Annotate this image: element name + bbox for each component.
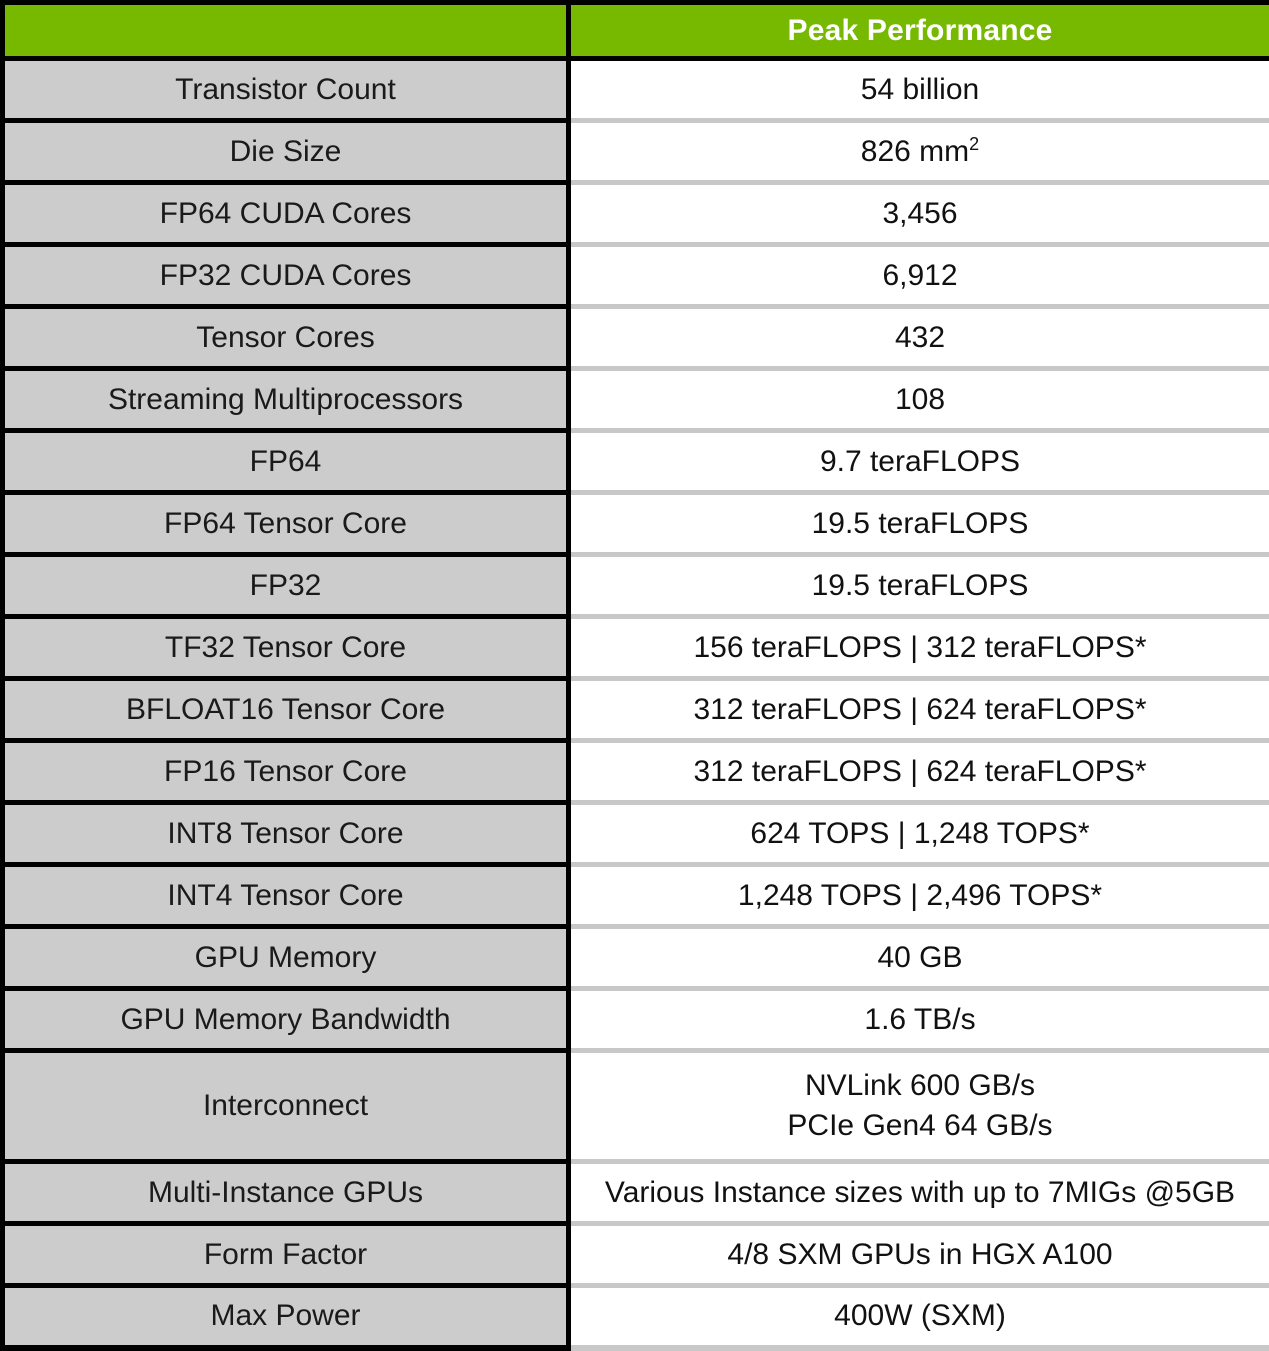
row-value-tensor-cores: 432: [569, 307, 1269, 369]
die-size-superscript: 2: [969, 134, 979, 154]
gpu-specifications-table: Peak Performance Transistor Count 54 bil…: [0, 0, 1269, 1351]
row-value-fp32-cuda-cores: 6,912: [569, 245, 1269, 307]
row-label-fp64-cuda-cores: FP64 CUDA Cores: [3, 183, 569, 245]
table-header-row: Peak Performance: [3, 3, 1269, 59]
row-label-form-factor: Form Factor: [3, 1224, 569, 1286]
row-label-int8-tensor-core: INT8 Tensor Core: [3, 803, 569, 865]
table-row: Multi-Instance GPUs Various Instance siz…: [3, 1162, 1269, 1224]
row-value-int4-tensor-core: 1,248 TOPS | 2,496 TOPS*: [569, 865, 1269, 927]
row-label-die-size: Die Size: [3, 121, 569, 183]
table-row: Transistor Count 54 billion: [3, 59, 1269, 121]
table-row: Max Power 400W (SXM): [3, 1286, 1269, 1348]
row-label-multi-instance-gpus: Multi-Instance GPUs: [3, 1162, 569, 1224]
table-row: FP16 Tensor Core 312 teraFLOPS | 624 ter…: [3, 741, 1269, 803]
row-value-bfloat16-tensor-core: 312 teraFLOPS | 624 teraFLOPS*: [569, 679, 1269, 741]
table-row: FP64 Tensor Core 19.5 teraFLOPS: [3, 493, 1269, 555]
interconnect-pcie: PCIe Gen4 64 GB/s: [577, 1106, 1263, 1147]
row-label-tensor-cores: Tensor Cores: [3, 307, 569, 369]
row-value-tf32-tensor-core: 156 teraFLOPS | 312 teraFLOPS*: [569, 617, 1269, 679]
row-value-max-power: 400W (SXM): [569, 1286, 1269, 1348]
row-value-fp64-cuda-cores: 3,456: [569, 183, 1269, 245]
row-label-gpu-memory: GPU Memory: [3, 927, 569, 989]
table-row: FP32 19.5 teraFLOPS: [3, 555, 1269, 617]
table-row: FP32 CUDA Cores 6,912: [3, 245, 1269, 307]
table-row: FP64 9.7 teraFLOPS: [3, 431, 1269, 493]
table-row: TF32 Tensor Core 156 teraFLOPS | 312 ter…: [3, 617, 1269, 679]
row-value-form-factor: 4/8 SXM GPUs in HGX A100: [569, 1224, 1269, 1286]
row-value-gpu-memory-bandwidth: 1.6 TB/s: [569, 989, 1269, 1051]
header-peak-performance: Peak Performance: [569, 3, 1269, 59]
row-label-fp32: FP32: [3, 555, 569, 617]
row-label-int4-tensor-core: INT4 Tensor Core: [3, 865, 569, 927]
row-value-interconnect: NVLink 600 GB/s PCIe Gen4 64 GB/s: [569, 1051, 1269, 1162]
row-label-fp16-tensor-core: FP16 Tensor Core: [3, 741, 569, 803]
row-label-fp64: FP64: [3, 431, 569, 493]
table-row: INT4 Tensor Core 1,248 TOPS | 2,496 TOPS…: [3, 865, 1269, 927]
header-label-column: [3, 3, 569, 59]
table-row: Tensor Cores 432: [3, 307, 1269, 369]
row-label-streaming-multiprocessors: Streaming Multiprocessors: [3, 369, 569, 431]
row-label-interconnect: Interconnect: [3, 1051, 569, 1162]
table-row: INT8 Tensor Core 624 TOPS | 1,248 TOPS*: [3, 803, 1269, 865]
row-label-tf32-tensor-core: TF32 Tensor Core: [3, 617, 569, 679]
table-row: Die Size 826 mm2: [3, 121, 1269, 183]
row-label-fp64-tensor-core: FP64 Tensor Core: [3, 493, 569, 555]
row-label-max-power: Max Power: [3, 1286, 569, 1348]
row-label-bfloat16-tensor-core: BFLOAT16 Tensor Core: [3, 679, 569, 741]
table-row: BFLOAT16 Tensor Core 312 teraFLOPS | 624…: [3, 679, 1269, 741]
row-value-fp64: 9.7 teraFLOPS: [569, 431, 1269, 493]
table-row: Form Factor 4/8 SXM GPUs in HGX A100: [3, 1224, 1269, 1286]
table-row: Interconnect NVLink 600 GB/s PCIe Gen4 6…: [3, 1051, 1269, 1162]
row-label-gpu-memory-bandwidth: GPU Memory Bandwidth: [3, 989, 569, 1051]
table-row: GPU Memory 40 GB: [3, 927, 1269, 989]
row-value-int8-tensor-core: 624 TOPS | 1,248 TOPS*: [569, 803, 1269, 865]
row-value-gpu-memory: 40 GB: [569, 927, 1269, 989]
row-value-fp64-tensor-core: 19.5 teraFLOPS: [569, 493, 1269, 555]
row-value-fp16-tensor-core: 312 teraFLOPS | 624 teraFLOPS*: [569, 741, 1269, 803]
row-value-transistor-count: 54 billion: [569, 59, 1269, 121]
row-value-multi-instance-gpus: Various Instance sizes with up to 7MIGs …: [569, 1162, 1269, 1224]
table-row: FP64 CUDA Cores 3,456: [3, 183, 1269, 245]
row-value-fp32: 19.5 teraFLOPS: [569, 555, 1269, 617]
row-value-die-size: 826 mm2: [569, 121, 1269, 183]
row-value-streaming-multiprocessors: 108: [569, 369, 1269, 431]
row-label-transistor-count: Transistor Count: [3, 59, 569, 121]
interconnect-nvlink: NVLink 600 GB/s: [577, 1066, 1263, 1107]
die-size-number: 826 mm: [861, 135, 969, 168]
table-row: Streaming Multiprocessors 108: [3, 369, 1269, 431]
table-row: GPU Memory Bandwidth 1.6 TB/s: [3, 989, 1269, 1051]
row-label-fp32-cuda-cores: FP32 CUDA Cores: [3, 245, 569, 307]
